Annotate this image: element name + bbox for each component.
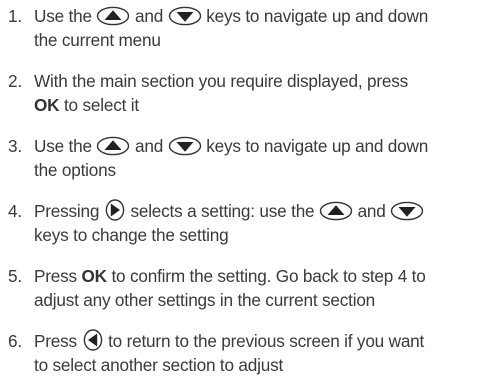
step-text-segment: and	[135, 136, 164, 156]
step-text: Use the and keys to navigate up and down…	[34, 4, 478, 52]
steps-list: 1. Use the and keys to navigate up and d…	[0, 4, 478, 377]
step-4: 4. Pressing selects a setting: use the a…	[0, 199, 478, 247]
step-text-segment: adjust any other settings in the current…	[34, 290, 376, 310]
step-text-segment: to select it	[63, 95, 139, 115]
step-number: 1.	[8, 6, 22, 26]
step-text-segment: With the main section you require displa…	[34, 71, 409, 91]
step-text-segment: the options	[34, 160, 116, 180]
down-arrow-key-icon	[168, 136, 202, 156]
step-text: Pressing selects a setting: use the and …	[34, 199, 478, 247]
step-text: Press to return to the previous screen i…	[34, 329, 478, 377]
ok-key-label: OK	[81, 266, 108, 286]
step-number: 2.	[8, 71, 22, 91]
step-text-segment: and	[135, 6, 164, 26]
right-arrow-key-icon	[104, 199, 126, 221]
step-5: 5. Press OK to confirm the setting. Go b…	[0, 264, 478, 312]
left-arrow-key-icon	[82, 329, 104, 351]
step-text-segment: Use the	[34, 6, 92, 26]
step-text-segment: to return to the previous screen if you …	[108, 331, 425, 351]
step-3: 3. Use the and keys to navigate up and d…	[0, 134, 478, 182]
step-text-segment: to select another section to adjust	[34, 355, 284, 375]
down-arrow-key-icon	[168, 6, 202, 26]
step-number: 4.	[8, 201, 22, 221]
step-text-segment: keys to navigate up and down	[206, 136, 429, 156]
step-text-segment: selects a setting: use the	[130, 201, 315, 221]
step-text-segment: keys to navigate up and down	[206, 6, 429, 26]
step-text-segment: to confirm the setting. Go back to step …	[111, 266, 426, 286]
step-number: 3.	[8, 136, 22, 156]
step-text-segment: Pressing	[34, 201, 100, 221]
step-text: Use the and keys to navigate up and down…	[34, 134, 478, 182]
instructions-page: 1. Use the and keys to navigate up and d…	[0, 4, 484, 375]
step-1: 1. Use the and keys to navigate up and d…	[0, 4, 478, 52]
up-arrow-key-icon	[96, 136, 130, 156]
ok-key-label: OK	[34, 95, 60, 115]
step-text-segment: Press	[34, 331, 77, 351]
step-2: 2. With the main section you require dis…	[0, 69, 478, 117]
step-text-segment: Use the	[34, 136, 92, 156]
step-text: Press OK to confirm the setting. Go back…	[34, 264, 478, 312]
up-arrow-key-icon	[319, 201, 353, 221]
step-6: 6. Press to return to the previous scree…	[0, 329, 478, 377]
up-arrow-key-icon	[96, 6, 130, 26]
step-text: With the main section you require displa…	[34, 69, 478, 117]
step-text-segment: keys to change the setting	[34, 225, 229, 245]
down-arrow-key-icon	[390, 201, 424, 221]
step-text-segment: Press	[34, 266, 77, 286]
step-number: 5.	[8, 266, 22, 286]
step-text-segment: the current menu	[34, 30, 161, 50]
step-text-segment: and	[357, 201, 386, 221]
step-number: 6.	[8, 331, 22, 351]
